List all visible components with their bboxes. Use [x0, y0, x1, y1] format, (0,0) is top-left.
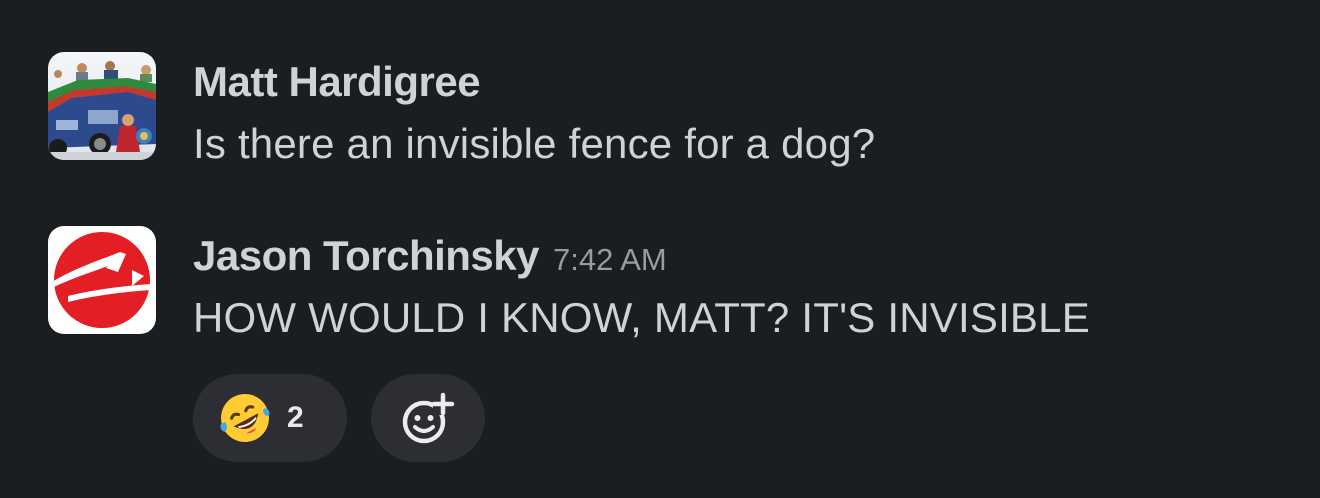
reactions-bar: 2	[193, 374, 485, 462]
author-name[interactable]: Matt Hardigree	[193, 58, 481, 106]
author-name[interactable]: Jason Torchinsky	[193, 232, 540, 280]
author-row: Jason Torchinsky 7:42 AM	[193, 232, 1090, 288]
avatar[interactable]	[48, 52, 156, 160]
logo-avatar-image	[48, 226, 156, 334]
author-row: Matt Hardigree	[193, 58, 875, 114]
message-text: HOW WOULD I KNOW, MATT? IT'S INVISIBLE	[193, 294, 1090, 341]
avatar[interactable]	[48, 226, 156, 334]
photo-avatar-image	[48, 52, 156, 160]
message-body: Jason Torchinsky 7:42 AM HOW WOULD I KNO…	[193, 232, 1090, 342]
message-text: Is there an invisible fence for a dog?	[193, 120, 876, 167]
message-body: Matt Hardigree Is there an invisible fen…	[193, 58, 875, 168]
timestamp[interactable]: 7:42 AM	[553, 242, 667, 278]
reaction-count: 2	[287, 401, 304, 434]
add-reaction-icon	[402, 392, 455, 444]
reaction-pill[interactable]: 2	[193, 374, 347, 462]
add-reaction-button[interactable]	[371, 374, 485, 462]
rolling-on-floor-laughing-emoji-icon	[220, 394, 270, 442]
